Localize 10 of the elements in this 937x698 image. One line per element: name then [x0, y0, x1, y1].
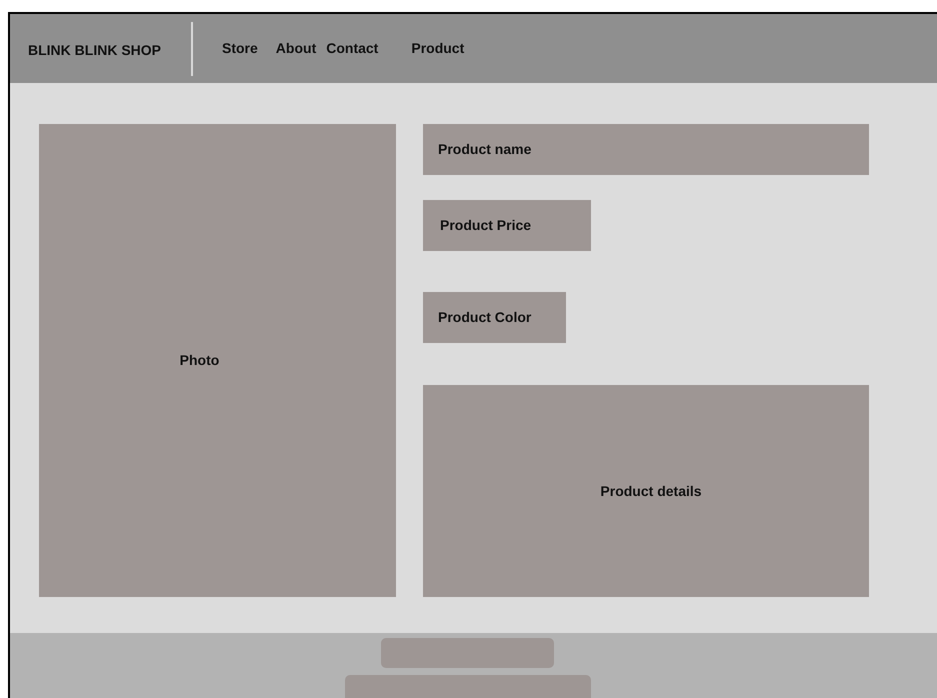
nav-link[interactable]: Contact [326, 38, 378, 59]
nav-link[interactable]: Store [222, 38, 258, 59]
photo-label: Photo [180, 351, 220, 370]
brand-logo[interactable]: BLINK BLINK SHOP [28, 40, 191, 61]
nav-link[interactable]: About [276, 38, 316, 59]
product-price-field: Product Price [423, 200, 591, 251]
product-name-field: Product name [423, 124, 869, 175]
product-details-field: Product details [423, 385, 869, 597]
product-color-field: Product Color [423, 292, 566, 343]
nav-link[interactable]: Product [411, 38, 464, 59]
